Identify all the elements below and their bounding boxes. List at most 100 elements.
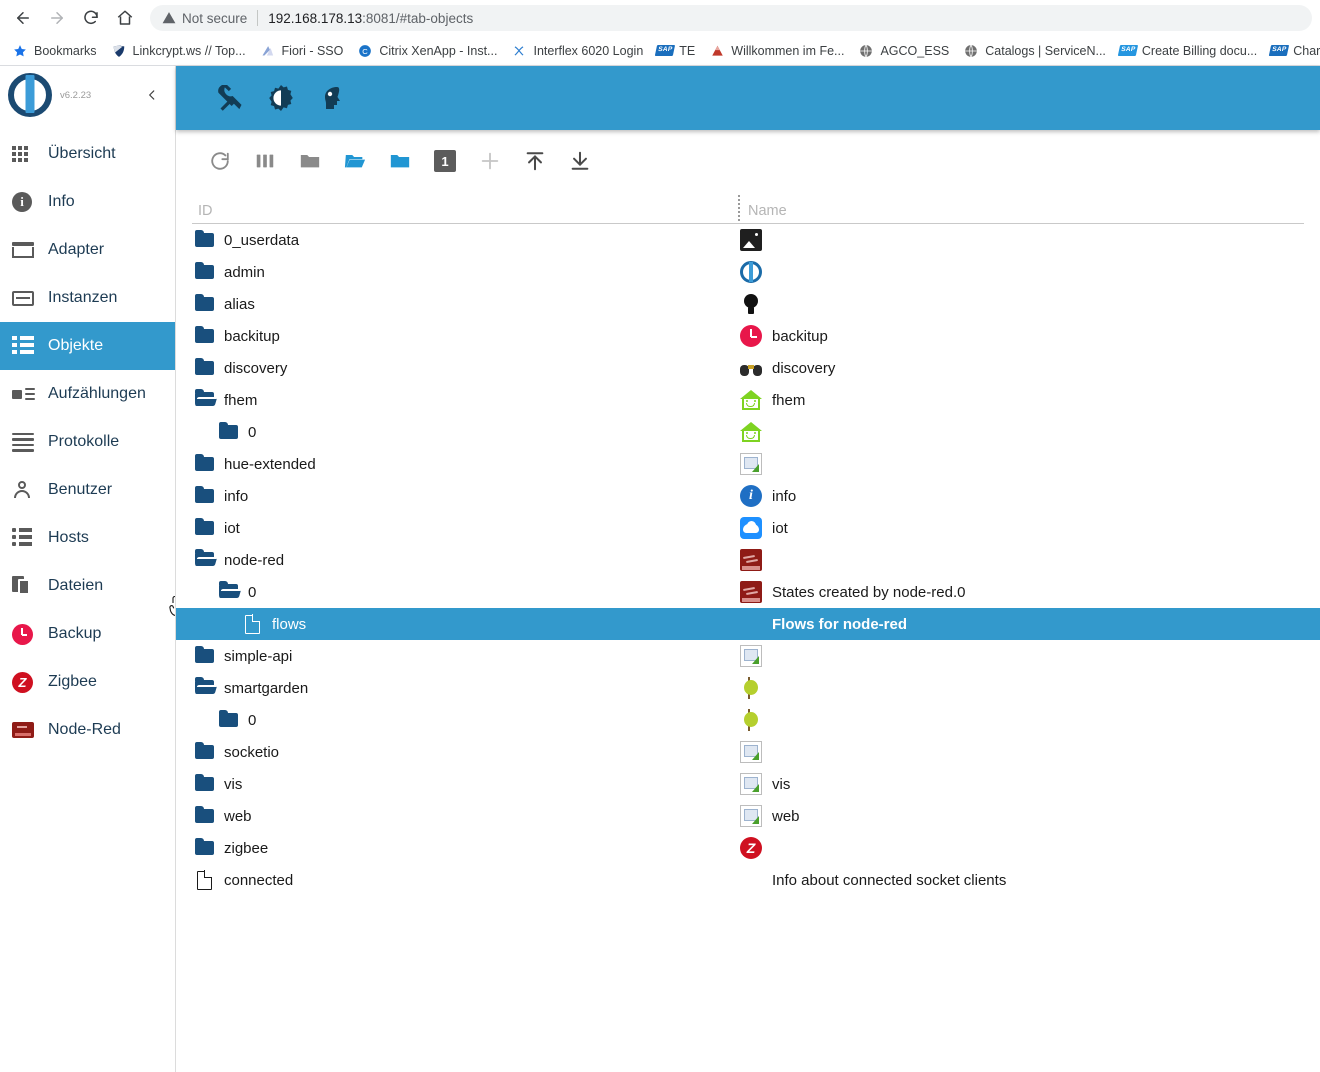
sidebar-item-label: Backup	[48, 625, 102, 642]
address-bar[interactable]: Not secure 192.168.178.13:8081/#tab-obje…	[150, 5, 1312, 31]
table-row[interactable]: simple-api	[176, 640, 1320, 672]
bookmark-item[interactable]: Interflex 6020 Login	[505, 39, 649, 63]
zigbee-icon: Z	[740, 837, 762, 859]
chevron-left-icon[interactable]	[145, 87, 165, 103]
home-button[interactable]	[110, 3, 140, 33]
table-row[interactable]: flows Flows for node-red	[176, 608, 1320, 640]
sidebar-item-zigbee[interactable]: Z Zigbee	[0, 658, 175, 706]
row-type-icon[interactable]	[192, 453, 216, 475]
folder-closed-icon	[194, 230, 214, 247]
table-row[interactable]: zigbee Z	[176, 832, 1320, 864]
reload-button[interactable]	[76, 3, 106, 33]
sidebar-item-node-red[interactable]: Node-Red	[0, 706, 175, 754]
bookmark-item[interactable]: Catalogs | ServiceN...	[957, 39, 1112, 63]
table-row[interactable]: alias	[176, 288, 1320, 320]
sidebar-item-adapter[interactable]: Adapter	[0, 226, 175, 274]
object-icon	[738, 548, 764, 572]
sidebar-item-info[interactable]: i Info	[0, 178, 175, 226]
user-head-icon[interactable]	[308, 78, 354, 118]
sidebar-item-uebersicht[interactable]: Übersicht	[0, 130, 175, 178]
sidebar-item-label: Benutzer	[48, 481, 113, 498]
cell-name: Z	[738, 836, 1320, 860]
sidebar-item-aufzaehlungen[interactable]: Aufzählungen	[0, 370, 175, 418]
row-type-icon[interactable]	[192, 293, 216, 315]
wrench-icon[interactable]	[208, 78, 254, 118]
security-status-label: Not secure	[182, 10, 248, 26]
bookmark-item[interactable]: SAP TE	[651, 39, 701, 63]
table-row[interactable]: web web	[176, 800, 1320, 832]
collapse-all-icon[interactable]	[288, 141, 332, 181]
refresh-icon[interactable]	[198, 141, 242, 181]
bookmark-item[interactable]: C Citrix XenApp - Inst...	[351, 39, 503, 63]
column-header-id[interactable]: ID	[192, 203, 738, 219]
sidebar-item-benutzer[interactable]: Benutzer	[0, 466, 175, 514]
row-type-icon[interactable]	[192, 229, 216, 251]
nodered-icon	[12, 718, 38, 742]
columns-icon[interactable]	[243, 141, 287, 181]
table-row[interactable]: backitup backitup	[176, 320, 1320, 352]
column-header-name[interactable]: Name	[738, 195, 1304, 221]
sidebar-item-dateien[interactable]: Dateien	[0, 562, 175, 610]
cell-name: vis	[738, 772, 1320, 796]
table-row[interactable]: 0	[176, 704, 1320, 736]
row-type-icon[interactable]	[192, 869, 216, 891]
row-type-icon[interactable]	[192, 325, 216, 347]
row-type-icon[interactable]	[240, 613, 264, 635]
table-row[interactable]: vis vis	[176, 768, 1320, 800]
cell-name	[738, 740, 1320, 764]
cell-name	[738, 260, 1320, 284]
bookmark-item[interactable]: Willkommen im Fe...	[703, 39, 850, 63]
row-type-icon[interactable]	[192, 645, 216, 667]
expand-all-icon[interactable]	[333, 141, 377, 181]
sidebar-item-hosts[interactable]: Hosts	[0, 514, 175, 562]
row-type-icon[interactable]	[192, 261, 216, 283]
sidebar-item-objekte[interactable]: Objekte	[0, 322, 175, 370]
table-row[interactable]: connected Info about connected socket cli…	[176, 864, 1320, 896]
table-row[interactable]: node-red	[176, 544, 1320, 576]
table-row[interactable]: admin	[176, 256, 1320, 288]
table-row[interactable]: socketio	[176, 736, 1320, 768]
contrast-icon[interactable]	[258, 78, 304, 118]
row-type-icon[interactable]	[216, 581, 241, 603]
depth-1-icon[interactable]: 1	[423, 141, 467, 181]
bookmark-item[interactable]: Linkcrypt.ws // Top...	[105, 39, 252, 63]
table-row[interactable]: discovery discovery	[176, 352, 1320, 384]
row-type-icon[interactable]	[192, 741, 216, 763]
row-type-icon[interactable]	[216, 709, 240, 731]
row-type-icon[interactable]	[192, 357, 216, 379]
table-row[interactable]: 0	[176, 416, 1320, 448]
table-row[interactable]: hue-extended	[176, 448, 1320, 480]
column-resizer[interactable]	[738, 195, 740, 221]
table-row[interactable]: smartgarden	[176, 672, 1320, 704]
row-type-icon[interactable]	[192, 485, 216, 507]
row-type-icon[interactable]	[192, 837, 216, 859]
bookmark-item[interactable]: SAP Create Billing docu...	[1114, 39, 1263, 63]
forward-button[interactable]	[42, 3, 72, 33]
row-type-icon[interactable]	[192, 517, 216, 539]
enum-icon	[12, 382, 38, 406]
row-type-icon[interactable]	[216, 421, 240, 443]
add-object-icon[interactable]	[468, 141, 512, 181]
table-row[interactable]: info i info	[176, 480, 1320, 512]
bookmark-item[interactable]: AGCO_ESS	[852, 39, 955, 63]
bookmarks-bar[interactable]: Bookmarks Linkcrypt.ws // Top... Fiori -…	[0, 36, 1320, 66]
table-row[interactable]: iot iot	[176, 512, 1320, 544]
bookmark-item[interactable]: Fiori - SSO	[254, 39, 350, 63]
expand-one-icon[interactable]	[378, 141, 422, 181]
row-type-icon[interactable]	[192, 773, 216, 795]
row-type-icon[interactable]	[192, 677, 217, 699]
bookmark-item[interactable]: Bookmarks	[6, 39, 103, 63]
row-type-icon[interactable]	[192, 389, 217, 411]
sidebar-item-instanzen[interactable]: Instanzen	[0, 274, 175, 322]
table-row[interactable]: 0 States created by node-red.0	[176, 576, 1320, 608]
back-button[interactable]	[8, 3, 38, 33]
table-row[interactable]: 0_userdata	[176, 224, 1320, 256]
row-type-icon[interactable]	[192, 549, 217, 571]
sidebar-item-protokolle[interactable]: Protokolle	[0, 418, 175, 466]
row-type-icon[interactable]	[192, 805, 216, 827]
sidebar-item-backup[interactable]: Backup	[0, 610, 175, 658]
bookmark-item[interactable]: SAP Charm Lo	[1265, 39, 1320, 63]
import-icon[interactable]	[513, 141, 557, 181]
export-icon[interactable]	[558, 141, 602, 181]
table-row[interactable]: fhem fhem	[176, 384, 1320, 416]
